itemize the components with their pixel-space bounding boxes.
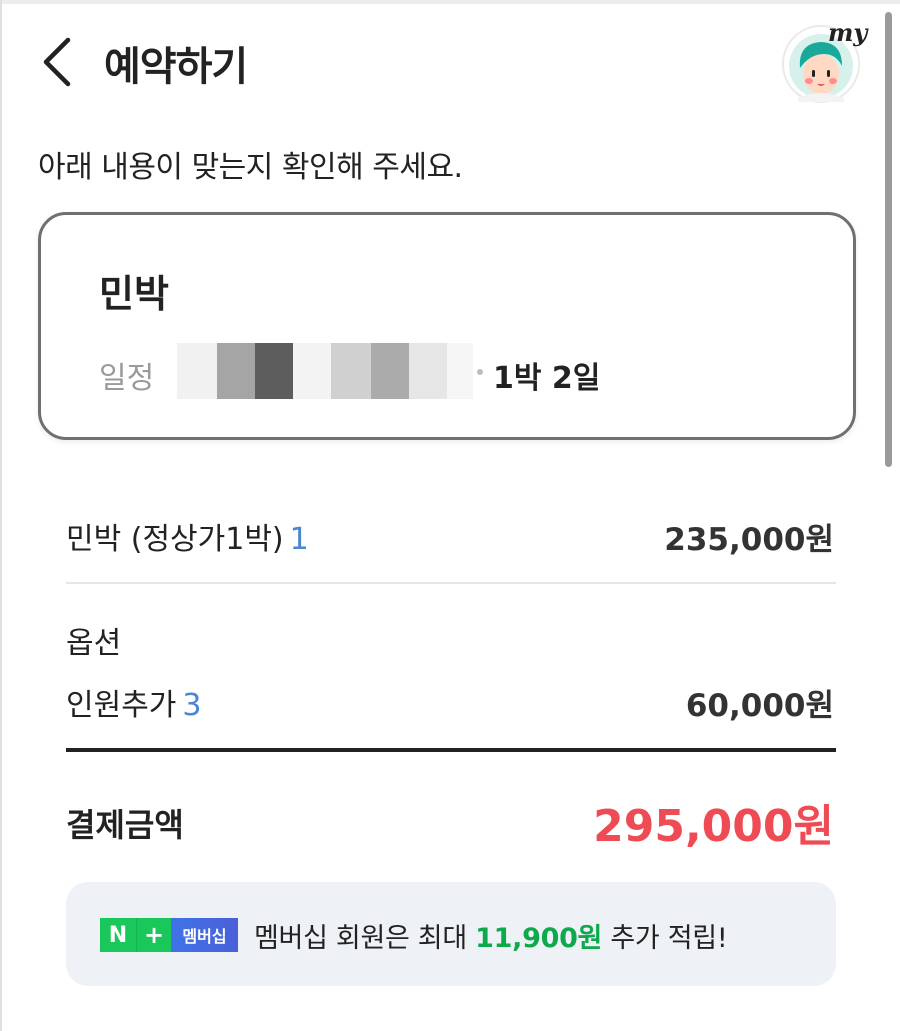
my-label: my <box>828 18 868 47</box>
chevron-left-icon <box>43 37 71 87</box>
booking-card: 민박 일정 1박 2일 <box>38 212 856 440</box>
left-border <box>0 0 2 1031</box>
item-row-label: 민박 (정상가1박) 1 <box>66 514 309 558</box>
option-qty: 3 <box>182 688 202 723</box>
membership-badge-label: 멤버십 <box>171 918 238 952</box>
naver-plus-membership-badge: N + 멤버십 <box>100 918 238 952</box>
total-divider <box>66 748 836 752</box>
my-page-button[interactable]: my <box>780 18 870 108</box>
schedule-label: 일정 <box>99 361 155 396</box>
options-header: 옵션 <box>66 626 122 661</box>
scrollbar[interactable] <box>885 12 892 467</box>
item-name: 민박 (정상가1박) <box>66 522 284 557</box>
membership-text-suffix: 추가 적립! <box>602 923 728 954</box>
plus-icon: + <box>136 918 171 952</box>
membership-banner[interactable]: N + 멤버십 멤버십 회원은 최대 11,900원 추가 적립! <box>66 882 836 986</box>
membership-text: 멤버십 회원은 최대 11,900원 추가 적립! <box>254 916 728 955</box>
item-qty: 1 <box>289 522 309 557</box>
redacted-dates <box>177 343 473 399</box>
membership-amount: 11,900원 <box>475 923 603 954</box>
option-price: 60,000원 <box>685 688 834 724</box>
total-label: 결제금액 <box>66 806 184 844</box>
nights: 1박 2일 <box>493 361 601 396</box>
page-title: 예약하기 <box>104 44 248 90</box>
option-name: 인원추가 <box>66 688 177 723</box>
naver-n-icon: N <box>100 918 136 952</box>
divider <box>66 582 836 584</box>
header: 예약하기 my <box>0 0 880 120</box>
back-button[interactable] <box>30 30 90 90</box>
option-row-label: 인원추가 3 <box>66 680 202 724</box>
membership-text-prefix: 멤버십 회원은 최대 <box>254 923 476 954</box>
booking-name: 민박 <box>99 272 169 316</box>
item-price: 235,000원 <box>664 522 834 558</box>
total-price: 295,000원 <box>593 801 834 852</box>
separator-dot <box>477 369 483 375</box>
intro-text: 아래 내용이 맞는지 확인해 주세요. <box>38 150 463 185</box>
